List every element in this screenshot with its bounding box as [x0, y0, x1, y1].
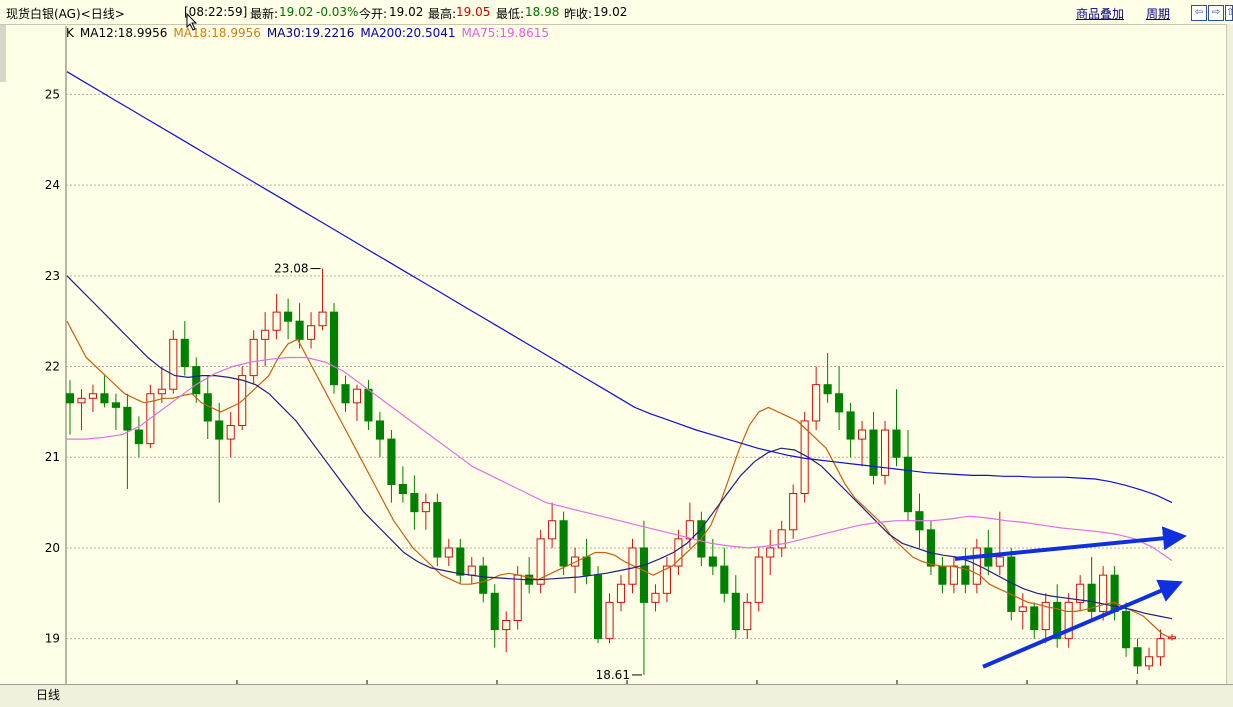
candle-body [995, 556, 1004, 567]
y-tick-label: 20 [45, 541, 60, 555]
candle-body [88, 393, 98, 399]
y-tick-label: 23 [45, 269, 60, 283]
mouse-cursor-icon [186, 13, 198, 31]
candle-body [651, 592, 660, 603]
candle-body [926, 529, 935, 567]
candle-body [720, 565, 729, 594]
candle-body [410, 493, 419, 513]
candle-body [226, 424, 235, 440]
candle-body [708, 556, 717, 567]
candle-body [616, 583, 626, 603]
period-label: 日线 [36, 688, 61, 702]
y-tick-label: 25 [45, 87, 60, 101]
candle-body [341, 384, 350, 404]
candle-body [456, 547, 465, 576]
candle-body [823, 384, 832, 395]
annotation-low: 18.61 [596, 668, 630, 682]
candle-body [123, 406, 132, 431]
candle-body [1144, 656, 1154, 667]
candle-body [284, 311, 293, 322]
candlestick-chart[interactable]: 1920212223242523.0818.612013091112201401… [0, 0, 1226, 706]
candle-body [444, 547, 453, 558]
candle-body [157, 388, 166, 395]
candle-body [100, 393, 109, 404]
candle-body [490, 592, 499, 631]
candle-body [467, 565, 476, 576]
candle-body [593, 574, 603, 640]
candle-body [421, 502, 430, 513]
candle-body [938, 565, 947, 585]
annotation-high: 23.08 [274, 262, 308, 276]
candle-body [65, 393, 75, 404]
candle-body [582, 556, 591, 576]
candle-body [812, 384, 821, 422]
candle-body [789, 493, 798, 531]
y-tick-label: 19 [45, 632, 60, 646]
candle-body [754, 556, 763, 603]
candle-body [1122, 610, 1131, 649]
candle-body [685, 520, 694, 540]
candle-body [949, 565, 958, 585]
candle-body [364, 388, 373, 422]
ma-line-ma30 [66, 275, 1173, 620]
candle-body [192, 366, 201, 395]
candle-body [295, 320, 304, 340]
candle-body [548, 520, 557, 540]
candle-body [1030, 606, 1039, 631]
candle-body [846, 411, 855, 440]
candle-body [892, 429, 901, 458]
candle-body [1018, 606, 1027, 612]
candle-body [329, 311, 339, 386]
x-axis-bar [0, 684, 1233, 707]
candle-body [111, 402, 120, 408]
candle-body [398, 483, 407, 495]
candle-body [559, 520, 568, 567]
y-tick-label: 21 [45, 450, 60, 464]
candle-body [375, 420, 384, 440]
candle-body [261, 329, 270, 340]
candle-body [869, 429, 878, 476]
candle-body [272, 311, 281, 331]
candle-body [777, 529, 786, 549]
candle-body [215, 420, 224, 440]
candle-body [433, 502, 442, 558]
candle-body [352, 388, 362, 404]
candle-body [180, 338, 189, 368]
candle-body [731, 592, 740, 631]
candle-body [387, 438, 396, 485]
candle-body [639, 547, 649, 603]
ma-line-ma75 [67, 356, 1173, 562]
candle-body [134, 429, 143, 445]
candle-body [479, 565, 488, 594]
candle-body [766, 547, 775, 558]
zoom-button[interactable]: ⇧ [1225, 5, 1233, 21]
candle-body [307, 325, 316, 340]
right-scrollbar[interactable] [1226, 24, 1233, 684]
candle-body [858, 429, 867, 440]
y-tick-label: 22 [45, 360, 60, 374]
candle-body [835, 393, 844, 413]
candle-body [169, 338, 178, 390]
candle-body [1133, 647, 1142, 667]
candle-body [77, 397, 86, 404]
candle-body [605, 601, 614, 640]
y-tick-label: 24 [45, 178, 60, 192]
candle-body [502, 620, 511, 631]
candle-body [1156, 638, 1165, 658]
candle-body [318, 311, 327, 327]
candle-body [249, 338, 258, 377]
candle-body [513, 574, 522, 622]
candle-body [1099, 574, 1108, 612]
candle-body [743, 601, 752, 631]
candle-body [903, 456, 913, 513]
